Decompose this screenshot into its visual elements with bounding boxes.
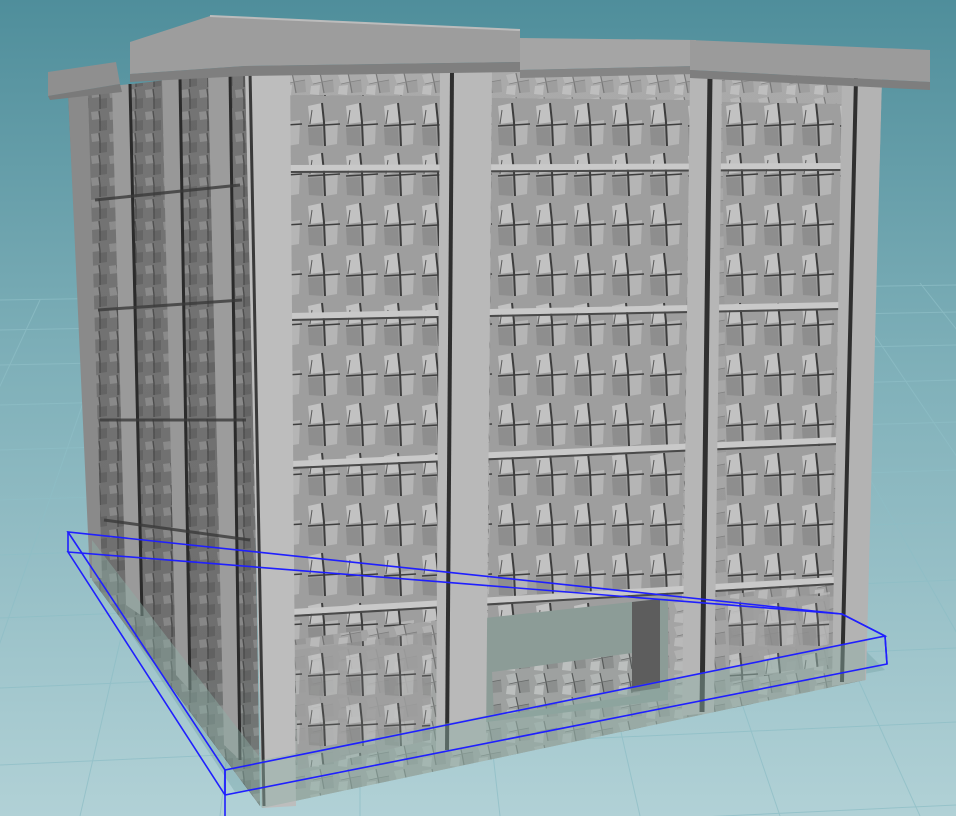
roof-mid-top [520,38,696,70]
window-bay-middle [488,98,690,618]
pillar-1 [436,70,492,752]
viewport-canvas[interactable] [0,0,956,816]
entrance-door [632,599,660,692]
window-bay-right [722,102,842,595]
building-model[interactable] [48,15,930,808]
3d-viewport[interactable] [0,0,956,816]
